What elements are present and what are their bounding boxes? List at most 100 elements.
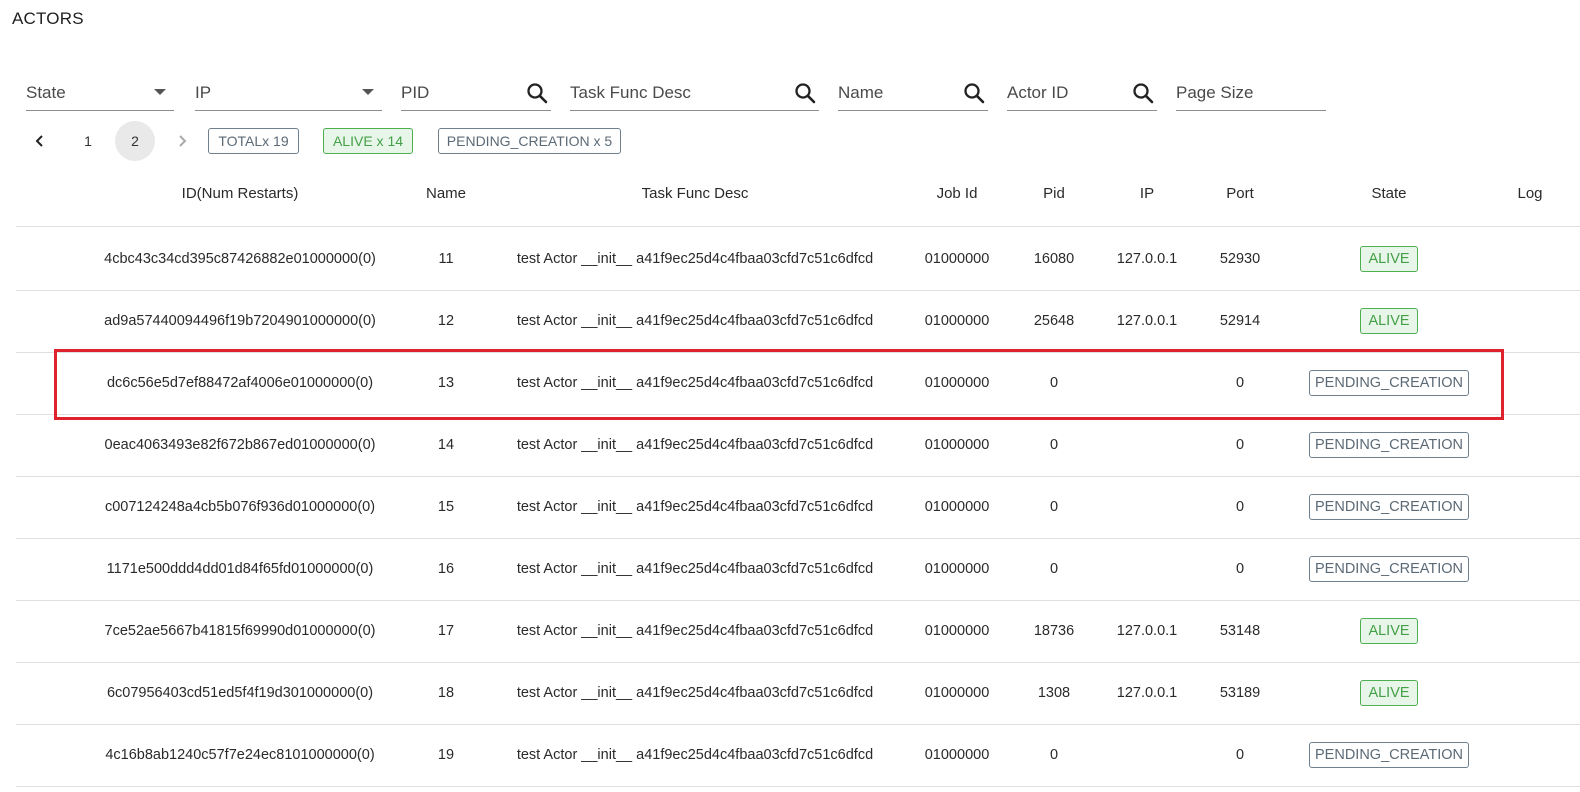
name-cell: 11 [438,251,454,267]
name-cell: 13 [437,375,455,391]
task-func-desc-filter-input[interactable]: Task Func Desc [570,78,819,111]
total-count-chip[interactable]: TOTALx 19 [208,128,299,154]
col-task-func-desc: Task Func Desc [641,185,749,202]
task-func-desc-cell: test Actor __init__ a41f9ec25d4c4fbaa03c… [516,685,874,701]
alive-count-chip[interactable]: ALIVE x 14 [323,128,413,154]
state-filter-select[interactable]: State [26,78,174,111]
task-func-desc-cell: test Actor __init__ a41f9ec25d4c4fbaa03c… [516,499,874,515]
state-badge: ALIVE [1360,680,1418,706]
name-cell: 12 [437,313,455,329]
page-2-button[interactable]: 2 [115,121,155,161]
state-badge: PENDING_CREATION [1309,370,1469,396]
table-row[interactable]: 4cbc43c34cd395c87426882e01000000(0) 11 t… [16,228,1580,291]
ip-filter-select[interactable]: IP [195,78,382,111]
task-func-desc-cell: test Actor __init__ a41f9ec25d4c4fbaa03c… [516,375,874,391]
port-cell: 0 [1235,437,1245,453]
name-cell: 17 [437,623,455,639]
pid-cell: 18736 [1033,623,1075,639]
task-func-desc-cell: test Actor __init__ a41f9ec25d4c4fbaa03c… [516,623,874,639]
chevron-right-icon [179,135,187,147]
state-filter-label: State [26,83,66,102]
actor-id-filter-placeholder: Actor ID [1007,83,1069,102]
name-filter-placeholder: Name [838,83,884,102]
port-cell: 53189 [1219,685,1261,701]
task-func-desc-cell: test Actor __init__ a41f9ec25d4c4fbaa03c… [516,251,874,267]
ip-cell: 127.0.0.1 [1116,251,1178,267]
col-id: ID(Num Restarts) [181,185,299,202]
port-cell: 0 [1235,561,1245,577]
actor-id-filter-input[interactable]: Actor ID [1007,78,1157,111]
state-badge: ALIVE [1360,308,1418,334]
job-id-cell: 01000000 [924,313,990,329]
table-row[interactable]: 4c16b8ab1240c57f7e24ec8101000000(0) 19 t… [16,724,1580,787]
port-cell: 52914 [1219,313,1261,329]
job-id-cell: 01000000 [924,561,990,577]
job-id-cell: 01000000 [924,437,990,453]
name-filter-input[interactable]: Name [838,78,988,111]
dropdown-arrow-icon [362,89,374,95]
actor-id-cell: ad9a57440094496f19b7204901000000(0) [104,313,376,329]
table-row[interactable]: ad9a57440094496f19b7204901000000(0) 12 t… [16,290,1580,353]
col-state: State [1371,185,1407,202]
search-icon[interactable] [525,81,549,105]
actor-id-cell: 0eac4063493e82f672b867ed01000000(0) [104,437,376,453]
col-pid: Pid [1043,185,1065,202]
table-row[interactable]: 1171e500ddd4dd01d84f65fd01000000(0) 16 t… [16,538,1580,601]
port-cell: 0 [1235,747,1245,763]
pid-cell: 0 [1049,499,1059,515]
ip-filter-label: IP [195,83,212,102]
table-row[interactable]: dc6c56e5d7ef88472af4006e01000000(0) 13 t… [16,352,1580,415]
col-name: Name [425,185,467,202]
search-icon[interactable] [1131,81,1155,105]
page-size-input[interactable]: Page Size [1176,78,1326,111]
actor-id-cell: 4cbc43c34cd395c87426882e01000000(0) [104,251,376,267]
prev-page-button[interactable] [20,121,60,161]
actor-id-cell: 7ce52ae5667b41815f69990d01000000(0) [104,623,376,639]
name-cell: 16 [437,561,455,577]
pending-count-chip[interactable]: PENDING_CREATION x 5 [438,128,621,154]
pid-filter-placeholder: PID [401,83,430,102]
table-row[interactable]: 6c07956403cd51ed5f4f19d301000000(0) 18 t… [16,662,1580,725]
chevron-left-icon [35,135,43,147]
name-cell: 18 [437,685,455,701]
ip-cell: 127.0.0.1 [1116,623,1178,639]
search-icon[interactable] [793,81,817,105]
ip-cell: 127.0.0.1 [1116,685,1178,701]
job-id-cell: 01000000 [924,499,990,515]
pid-cell: 1308 [1037,685,1071,701]
page-1-button[interactable]: 1 [68,121,108,161]
state-badge: PENDING_CREATION [1309,742,1469,768]
pid-cell: 16080 [1033,251,1075,267]
port-cell: 0 [1235,499,1245,515]
pid-cell: 0 [1049,747,1059,763]
port-cell: 52930 [1219,251,1261,267]
table-row[interactable]: 0eac4063493e82f672b867ed01000000(0) 14 t… [16,414,1580,477]
port-cell: 0 [1235,375,1245,391]
col-port: Port [1226,185,1254,202]
actor-id-cell: 6c07956403cd51ed5f4f19d301000000(0) [106,685,374,701]
job-id-cell: 01000000 [924,747,990,763]
name-cell: 14 [437,437,455,453]
table-row[interactable]: c007124248a4cb5b076f936d01000000(0) 15 t… [16,476,1580,539]
pid-filter-input[interactable]: PID [401,78,551,111]
actor-id-cell: 4c16b8ab1240c57f7e24ec8101000000(0) [105,747,375,763]
table-row[interactable]: 7ce52ae5667b41815f69990d01000000(0) 17 t… [16,600,1580,663]
state-badge: PENDING_CREATION [1309,432,1469,458]
dropdown-arrow-icon [154,89,166,95]
pid-cell: 25648 [1033,313,1075,329]
task-func-desc-cell: test Actor __init__ a41f9ec25d4c4fbaa03c… [516,313,874,329]
job-id-cell: 01000000 [924,375,990,391]
search-icon[interactable] [962,81,986,105]
col-job-id: Job Id [936,185,978,202]
pid-cell: 0 [1049,561,1059,577]
state-badge: PENDING_CREATION [1309,556,1469,582]
job-id-cell: 01000000 [924,685,990,701]
state-badge: ALIVE [1360,618,1418,644]
port-cell: 53148 [1219,623,1261,639]
col-ip: IP [1139,185,1155,202]
next-page-button[interactable] [162,121,202,161]
table-header: ID(Num Restarts) Name Task Func Desc Job… [16,178,1580,227]
task-func-desc-cell: test Actor __init__ a41f9ec25d4c4fbaa03c… [516,561,874,577]
task-func-desc-cell: test Actor __init__ a41f9ec25d4c4fbaa03c… [516,437,874,453]
job-id-cell: 01000000 [924,623,990,639]
